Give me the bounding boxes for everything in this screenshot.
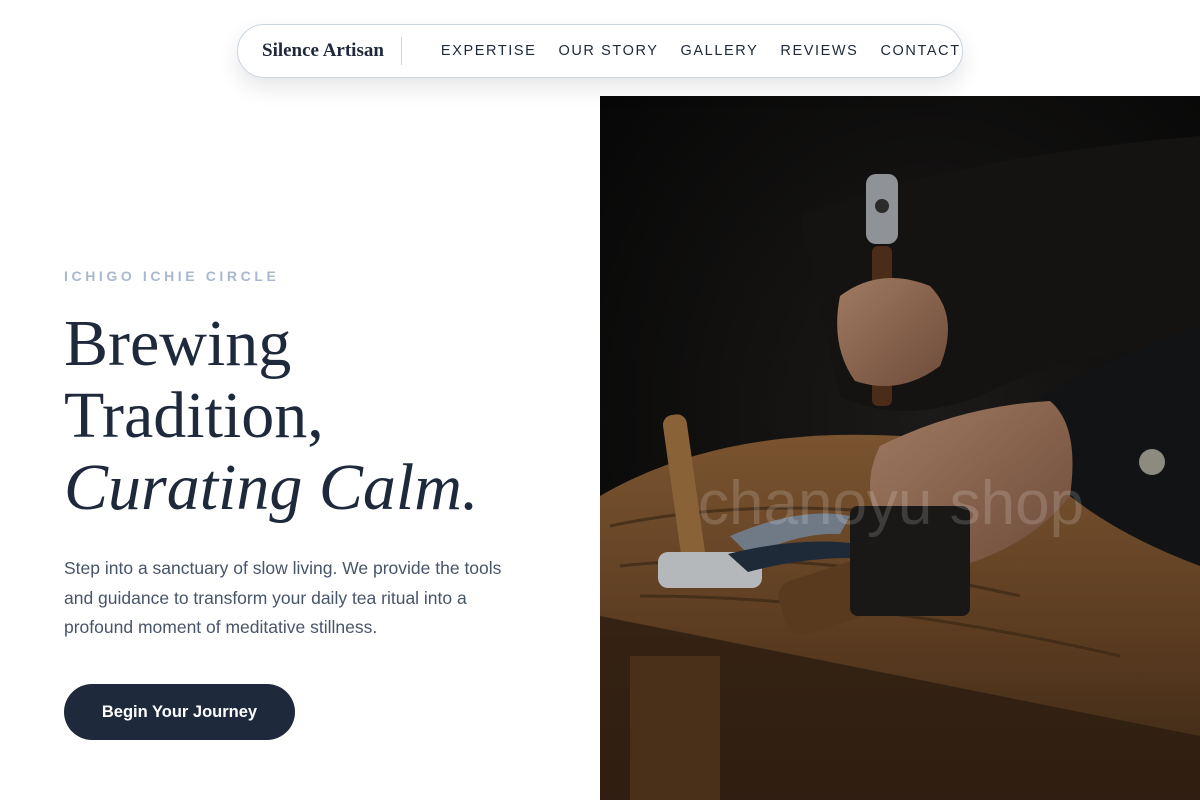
nav-link-gallery[interactable]: GALLERY — [681, 43, 759, 59]
hero-image: chanoyu shop — [600, 96, 1200, 800]
headline-line-1: Brewing — [64, 307, 292, 380]
artisan-workbench-illustration — [600, 96, 1200, 800]
image-watermark: chanoyu shop — [698, 469, 1085, 538]
nav-link-expertise[interactable]: EXPERTISE — [441, 43, 537, 59]
top-navigation: Silence Artisan EXPERTISE OUR STORY GALL… — [237, 24, 963, 78]
headline-line-3: Curating Calm. — [64, 451, 479, 524]
hero-description: Step into a sanctuary of slow living. We… — [64, 558, 502, 637]
nav-link-contact[interactable]: CONTACT — [880, 43, 960, 59]
hero-content: ICHIGO ICHIE CIRCLE Brewing Tradition, C… — [64, 268, 564, 740]
hero-eyebrow: ICHIGO ICHIE CIRCLE — [64, 268, 280, 284]
headline-line-2: Tradition, — [64, 379, 324, 452]
nav-link-reviews[interactable]: REVIEWS — [780, 43, 858, 59]
nav-links: EXPERTISE OUR STORY GALLERY REVIEWS CONT… — [441, 43, 961, 59]
hero-headline: Brewing Tradition, Curating Calm. — [64, 308, 564, 524]
brand-logo[interactable]: Silence Artisan — [262, 37, 402, 65]
begin-journey-button[interactable]: Begin Your Journey — [64, 683, 295, 740]
nav-link-our-story[interactable]: OUR STORY — [558, 43, 658, 59]
